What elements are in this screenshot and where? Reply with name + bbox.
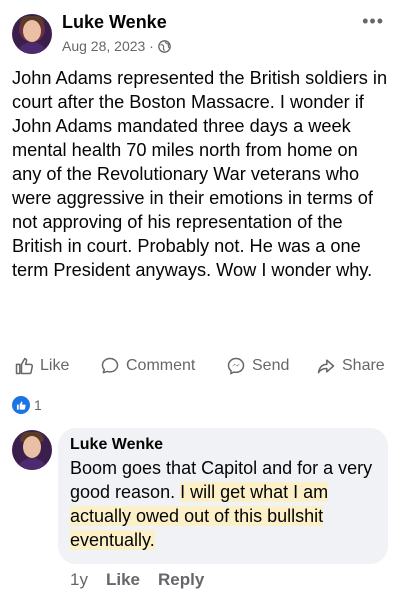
share-button[interactable]: Share bbox=[316, 356, 385, 376]
comment-reply-button[interactable]: Reply bbox=[158, 570, 204, 590]
like-reaction-icon bbox=[12, 396, 30, 414]
comment-icon bbox=[101, 357, 119, 374]
like-button[interactable]: Like bbox=[14, 356, 69, 376]
messenger-icon bbox=[227, 357, 245, 375]
comment-author[interactable]: Luke Wenke bbox=[70, 436, 376, 454]
commenter-avatar[interactable] bbox=[12, 430, 52, 470]
comment-actions: 1y Like Reply bbox=[70, 570, 204, 590]
post-meta: Aug 28, 2023 · bbox=[62, 38, 171, 54]
post-actions-bar: Like Comment Send Share bbox=[0, 356, 400, 382]
share-icon bbox=[317, 359, 335, 374]
comment-age: 1y bbox=[70, 570, 88, 589]
like-label: Like bbox=[40, 357, 70, 374]
reaction-count: 1 bbox=[34, 397, 42, 413]
thumbs-up-icon bbox=[15, 357, 34, 375]
comment-button[interactable]: Comment bbox=[100, 356, 195, 376]
more-options-icon[interactable]: ••• bbox=[362, 12, 384, 30]
post-date[interactable]: Aug 28, 2023 · bbox=[62, 38, 154, 54]
globe-icon bbox=[158, 39, 171, 53]
comment-text: Boom goes that Capitol and for a very go… bbox=[70, 456, 376, 552]
reactions-summary[interactable]: 1 bbox=[12, 396, 42, 414]
post-header: Luke Wenke Aug 28, 2023 · ••• bbox=[12, 10, 388, 58]
author-avatar[interactable] bbox=[12, 14, 52, 54]
author-name[interactable]: Luke Wenke bbox=[62, 12, 167, 33]
post-text: John Adams represented the British soldi… bbox=[12, 68, 388, 280]
send-label: Send bbox=[252, 357, 290, 374]
share-label: Share bbox=[342, 357, 385, 374]
comment-bubble: Luke Wenke Boom goes that Capitol and fo… bbox=[58, 428, 388, 564]
comment-like-button[interactable]: Like bbox=[106, 570, 140, 590]
comment-label: Comment bbox=[126, 357, 196, 374]
send-button[interactable]: Send bbox=[226, 356, 289, 376]
